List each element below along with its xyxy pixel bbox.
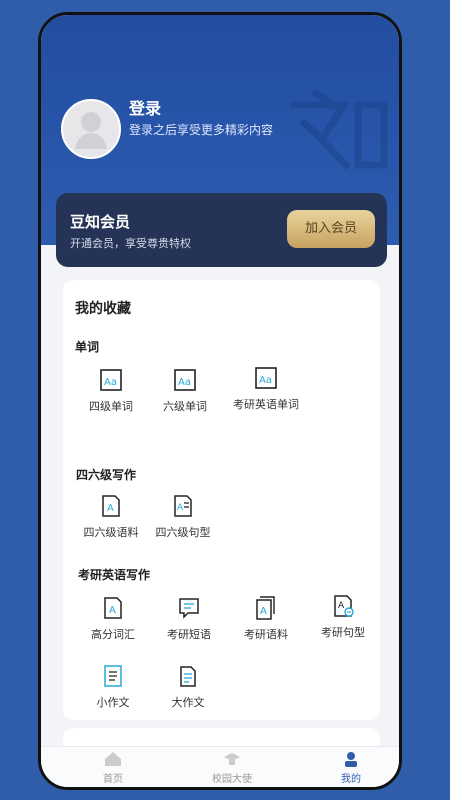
bottom-tab-bar: 首页 校园大使 我的 — [41, 746, 399, 787]
tab-home[interactable]: 首页 — [78, 751, 148, 785]
stacked-document-icon: A — [256, 596, 275, 620]
aa-icon: Aa — [100, 369, 122, 391]
svg-text:Aa: Aa — [178, 377, 191, 388]
favorites-title: 我的收藏 — [75, 301, 131, 317]
phone-frame: 登录 登录之后享受更多精彩内容 豆知会员 开通会员，享受尊贵特权 加入会员 我的… — [38, 12, 402, 790]
document-stack-icon — [180, 666, 196, 687]
svg-text:Aa: Aa — [104, 377, 117, 388]
favorite-item-label: 小作文 — [96, 696, 130, 709]
favorite-item-high-score-vocab[interactable]: A 高分词汇 — [78, 596, 148, 642]
login-title[interactable]: 登录 — [129, 95, 161, 119]
favorite-item-label: 四六级语料 — [83, 526, 139, 539]
join-member-button[interactable]: 加入会员 — [287, 210, 375, 248]
favorite-item-label: 考研短语 — [167, 628, 211, 641]
aa-icon: Aa — [255, 367, 277, 389]
document-lines-icon: A — [174, 495, 192, 517]
favorite-item-label: 考研英语单词 — [233, 398, 299, 411]
aa-icon: Aa — [174, 369, 196, 391]
tab-label: 我的 — [341, 774, 361, 785]
favorites-card: 我的收藏 单词 Aa 四级单词 Aa 六级单词 Aa 考研英语单词 四六级写作 … — [63, 280, 380, 720]
document-badge-icon: A — [334, 595, 354, 617]
favorite-item-cet-corpus[interactable]: A 四六级语料 — [76, 494, 146, 540]
favorite-item-kaoyan-words[interactable]: Aa 考研英语单词 — [231, 366, 301, 412]
favorite-item-kaoyan-corpus[interactable]: A 考研语料 — [231, 596, 301, 642]
svg-text:A: A — [177, 503, 184, 513]
document-a-icon: A — [102, 495, 120, 517]
tab-label: 首页 — [103, 774, 123, 785]
favorite-item-kaoyan-phrases[interactable]: 考研短语 — [154, 596, 224, 642]
favorite-item-cet4-words[interactable]: Aa 四级单词 — [76, 368, 146, 414]
avatar[interactable] — [61, 99, 121, 159]
writing46-group-title: 四六级写作 — [76, 468, 137, 482]
svg-text:A: A — [338, 601, 345, 611]
favorite-item-label: 四级单词 — [89, 400, 133, 413]
favorite-item-small-essay[interactable]: 小作文 — [78, 664, 148, 710]
svg-text:A: A — [107, 503, 114, 514]
tab-label: 校园大使 — [212, 774, 252, 785]
svg-text:A: A — [260, 606, 267, 617]
favorite-item-label: 大作文 — [171, 696, 205, 709]
favorite-item-label: 六级单词 — [163, 400, 207, 413]
svg-text:A: A — [109, 605, 116, 616]
member-title: 豆知会员 — [70, 213, 131, 231]
home-icon — [105, 752, 121, 766]
favorite-item-label: 考研句型 — [321, 626, 365, 639]
favorite-item-cet6-words[interactable]: Aa 六级单词 — [150, 368, 220, 414]
document-lines-icon — [104, 665, 122, 687]
svg-text:Aa: Aa — [259, 375, 272, 386]
favorite-item-label: 考研语料 — [244, 628, 288, 641]
tab-campus-ambassador[interactable]: 校园大使 — [197, 751, 267, 785]
favorite-item-large-essay[interactable]: 大作文 — [153, 664, 223, 710]
user-icon — [345, 752, 357, 767]
favorite-item-label: 高分词汇 — [91, 628, 135, 641]
member-subtitle: 开通会员，享受尊贵特权 — [70, 237, 191, 250]
document-a-icon: A — [104, 597, 122, 619]
comment-icon — [179, 598, 199, 619]
favorite-item-kaoyan-sentence[interactable]: A 考研句型 — [308, 594, 378, 640]
logo-watermark — [290, 88, 388, 170]
words-group-title: 单词 — [75, 340, 100, 354]
favorite-item-cet-sentence[interactable]: A 四六级句型 — [148, 494, 218, 540]
tab-mine[interactable]: 我的 — [316, 751, 386, 785]
member-banner[interactable]: 豆知会员 开通会员，享受尊贵特权 加入会员 — [56, 193, 387, 267]
favorite-item-label: 四六级句型 — [155, 526, 211, 539]
kaoyan-writing-group-title: 考研英语写作 — [78, 568, 151, 582]
user-silhouette-icon — [75, 112, 107, 149]
graduation-cap-icon — [224, 753, 240, 765]
login-subtitle: 登录之后享受更多精彩内容 — [129, 123, 274, 137]
